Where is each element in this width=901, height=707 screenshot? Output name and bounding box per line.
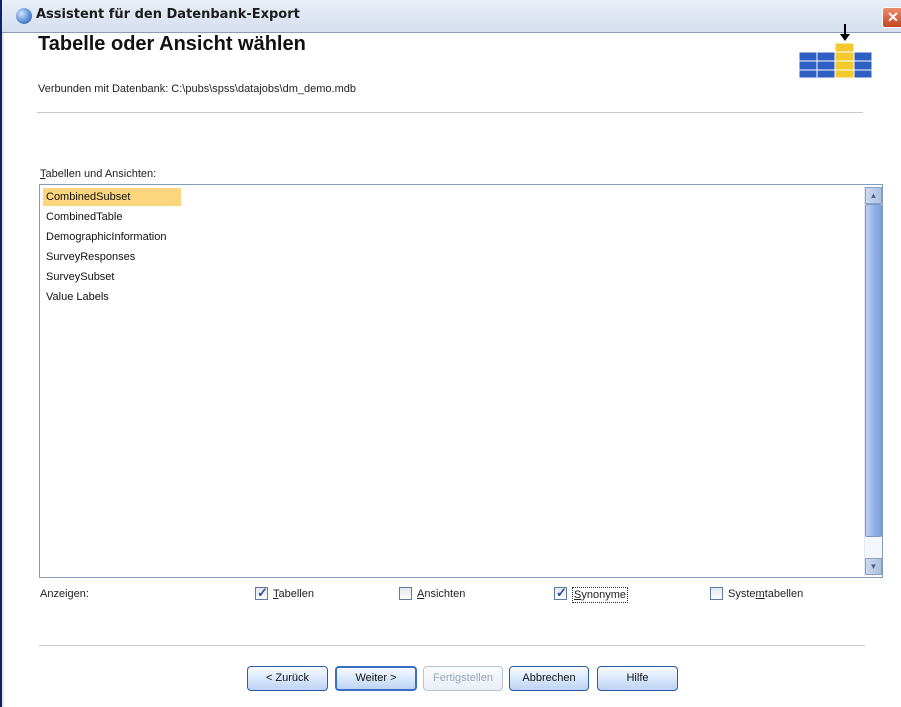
checkbox-box[interactable]: ✓ bbox=[255, 585, 268, 600]
checkbox-box[interactable]: ✓ bbox=[554, 585, 567, 600]
dialog-window: Assistent für den Datenbank-Export ✕ Tab… bbox=[0, 0, 901, 707]
connection-text: Verbunden mit Datenbank: C:\pubs\spss\da… bbox=[38, 83, 356, 95]
list-item[interactable]: SurveySubset bbox=[43, 268, 117, 286]
list-item[interactable]: CombinedTable bbox=[43, 208, 125, 226]
arrow-down-icon: ▼ bbox=[869, 562, 878, 571]
scroll-down-button[interactable]: ▼ bbox=[865, 558, 882, 575]
app-database-icon bbox=[16, 8, 32, 24]
scroll-up-button[interactable]: ▲ bbox=[865, 187, 882, 204]
footer-divider bbox=[39, 645, 865, 646]
vertical-scrollbar[interactable]: ▲ ▼ bbox=[864, 187, 882, 575]
next-button[interactable]: Weiter > bbox=[335, 666, 417, 691]
help-button[interactable]: Hilfe bbox=[597, 666, 678, 691]
title-bar[interactable]: Assistent für den Datenbank-Export ✕ bbox=[2, 0, 901, 33]
list-item[interactable]: Value Labels bbox=[43, 288, 112, 306]
scrollbar-thumb[interactable] bbox=[865, 204, 882, 537]
checkbox-label: Tabellen bbox=[273, 588, 314, 600]
cancel-button[interactable]: Abbrechen bbox=[509, 666, 589, 691]
page-title: Tabelle oder Ansicht wählen bbox=[38, 33, 306, 55]
show-label: Anzeigen: bbox=[40, 588, 89, 600]
checkbox-box[interactable] bbox=[710, 587, 723, 600]
close-icon: ✕ bbox=[887, 9, 899, 25]
checkbox-label: Systemtabellen bbox=[728, 588, 804, 600]
database-table-icon bbox=[798, 24, 873, 79]
list-item[interactable]: SurveyResponses bbox=[43, 248, 138, 266]
tables-listbox[interactable]: CombinedSubset CombinedTable Demographic… bbox=[39, 184, 883, 578]
checkbox-label: Ansichten bbox=[417, 588, 466, 600]
arrow-up-icon: ▲ bbox=[869, 191, 878, 200]
list-item[interactable]: DemographicInformation bbox=[43, 228, 169, 246]
back-button[interactable]: < Zurück bbox=[247, 666, 328, 691]
window-title: Assistent für den Datenbank-Export bbox=[36, 7, 300, 22]
list-item[interactable]: CombinedSubset bbox=[43, 188, 181, 206]
checkmark-icon: ✓ bbox=[556, 585, 567, 600]
checkmark-icon: ✓ bbox=[257, 585, 268, 600]
header-divider bbox=[37, 112, 863, 113]
checkbox-box[interactable] bbox=[399, 587, 412, 600]
checkbox-label: Synonyme bbox=[572, 587, 628, 603]
close-button[interactable]: ✕ bbox=[882, 7, 901, 28]
finish-button: Fertigstellen bbox=[423, 666, 503, 691]
tables-list-label: Tabellen und Ansichten: bbox=[40, 168, 157, 180]
